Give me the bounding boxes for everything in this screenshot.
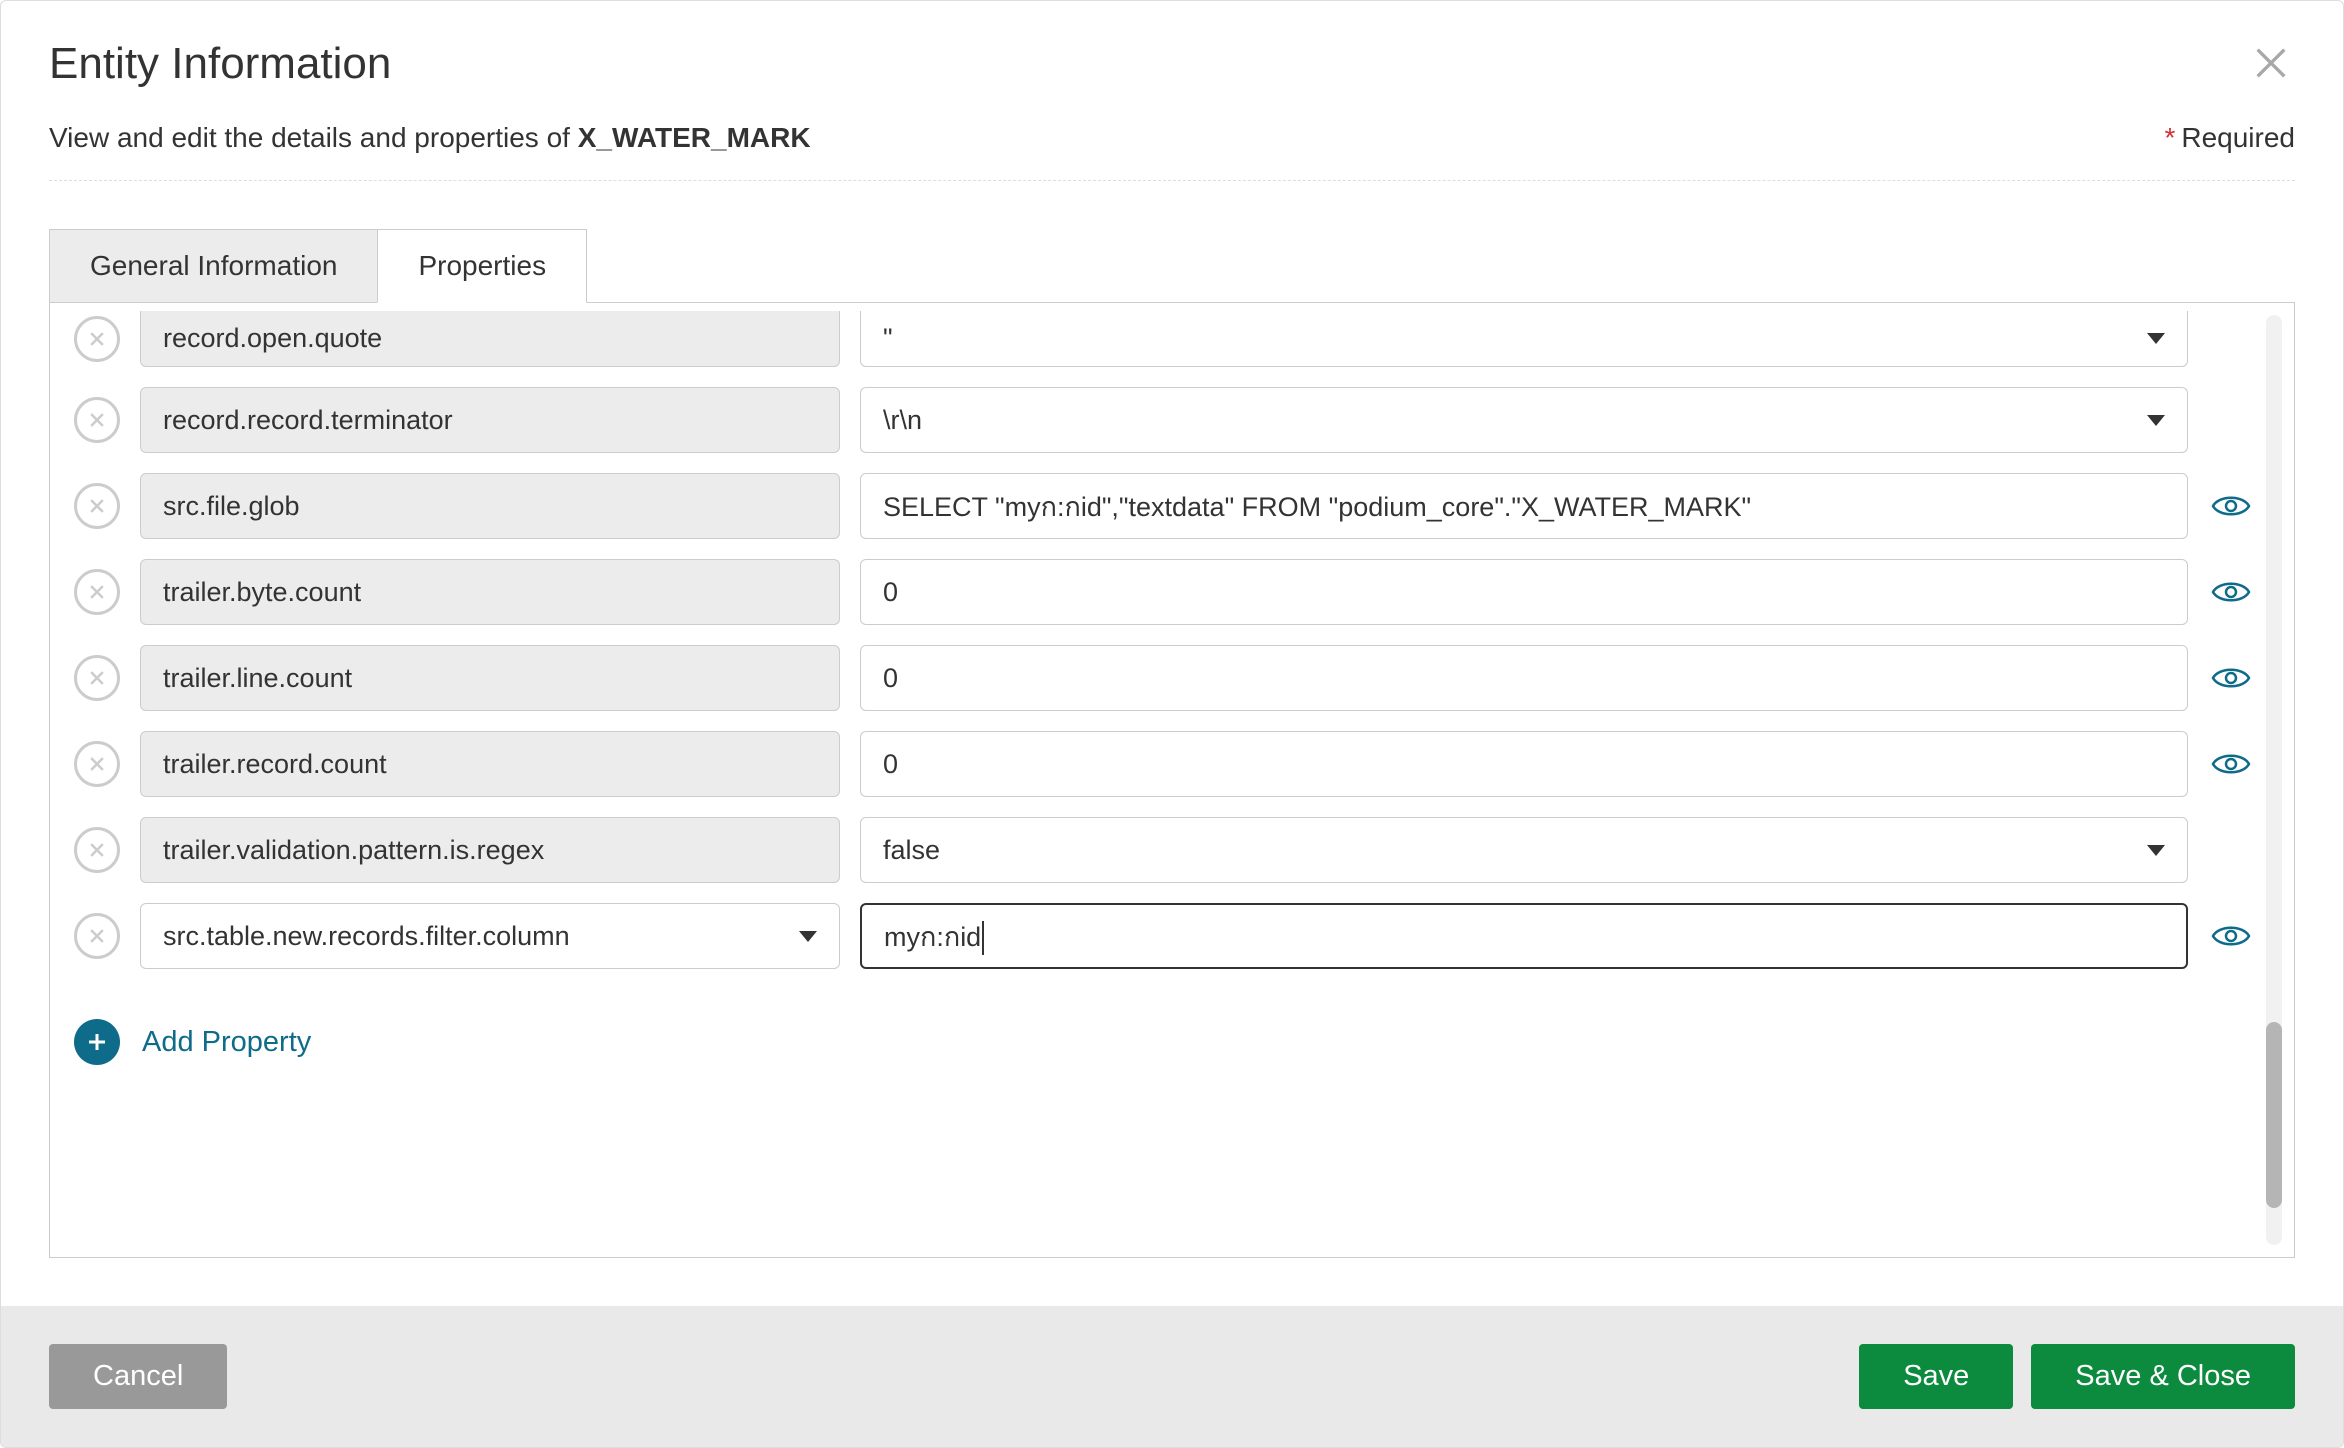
delete-property-button[interactable] [74, 483, 120, 529]
modal-title: Entity Information [49, 39, 391, 89]
entity-name: X_WATER_MARK [578, 122, 811, 153]
property-row: trailer.byte.count 0 [74, 559, 2254, 625]
property-row: src.file.glob SELECT "myก:กid","textdata… [74, 473, 2254, 539]
view-icon[interactable] [2208, 922, 2254, 950]
property-row: record.record.terminator \r\n [74, 387, 2254, 453]
property-name: trailer.byte.count [140, 559, 840, 625]
scrollbar-thumb[interactable] [2266, 1022, 2282, 1208]
property-row: trailer.record.count 0 [74, 731, 2254, 797]
tabs: General Information Properties [49, 229, 2295, 303]
chevron-down-icon [2147, 415, 2165, 426]
property-name: trailer.record.count [140, 731, 840, 797]
property-name-select[interactable]: src.table.new.records.filter.column [140, 903, 840, 969]
chevron-down-icon [799, 931, 817, 942]
property-value-select[interactable]: false [860, 817, 2188, 883]
property-value-input[interactable]: myก:กid [860, 903, 2188, 969]
tab-properties[interactable]: Properties [377, 229, 587, 303]
save-close-button[interactable]: Save & Close [2031, 1344, 2295, 1409]
property-value-select[interactable]: \r\n [860, 387, 2188, 453]
delete-property-button[interactable] [74, 397, 120, 443]
property-row: trailer.line.count 0 [74, 645, 2254, 711]
entity-information-modal: Entity Information View and edit the det… [0, 0, 2344, 1448]
property-name: src.file.glob [140, 473, 840, 539]
property-row: trailer.validation.pattern.is.regex fals… [74, 817, 2254, 883]
add-property-label: Add Property [142, 1026, 311, 1059]
delete-property-button[interactable] [74, 827, 120, 873]
save-button[interactable]: Save [1859, 1344, 2013, 1409]
required-indicator: *Required [2164, 122, 2295, 154]
view-icon[interactable] [2208, 664, 2254, 692]
modal-header: Entity Information View and edit the det… [1, 1, 2343, 181]
property-name: record.record.terminator [140, 387, 840, 453]
add-property-button[interactable]: Add Property [74, 1019, 2254, 1065]
property-value-input[interactable]: 0 [860, 731, 2188, 797]
scrollbar[interactable] [2266, 315, 2282, 1245]
view-icon[interactable] [2208, 492, 2254, 520]
delete-property-button[interactable] [74, 316, 120, 362]
property-row: record.open.quote " [74, 311, 2254, 367]
view-icon[interactable] [2208, 750, 2254, 778]
property-row: src.table.new.records.filter.column myก:… [74, 903, 2254, 969]
delete-property-button[interactable] [74, 655, 120, 701]
property-name: record.open.quote [140, 311, 840, 367]
property-value-input[interactable]: SELECT "myก:กid","textdata" FROM "podium… [860, 473, 2188, 539]
view-icon[interactable] [2208, 578, 2254, 606]
chevron-down-icon [2147, 333, 2165, 344]
delete-property-button[interactable] [74, 913, 120, 959]
cancel-button[interactable]: Cancel [49, 1344, 227, 1409]
modal-subtitle: View and edit the details and properties… [49, 122, 811, 154]
properties-panel: record.open.quote " record.record.termin… [49, 302, 2295, 1258]
plus-icon [74, 1019, 120, 1065]
tab-general-information[interactable]: General Information [49, 229, 378, 303]
property-value-input[interactable]: 0 [860, 559, 2188, 625]
property-name: trailer.line.count [140, 645, 840, 711]
close-icon[interactable] [2247, 39, 2295, 94]
property-value-select[interactable]: " [860, 311, 2188, 367]
modal-footer: Cancel Save Save & Close [1, 1306, 2343, 1447]
delete-property-button[interactable] [74, 741, 120, 787]
delete-property-button[interactable] [74, 569, 120, 615]
property-name: trailer.validation.pattern.is.regex [140, 817, 840, 883]
chevron-down-icon [2147, 845, 2165, 856]
property-value-input[interactable]: 0 [860, 645, 2188, 711]
